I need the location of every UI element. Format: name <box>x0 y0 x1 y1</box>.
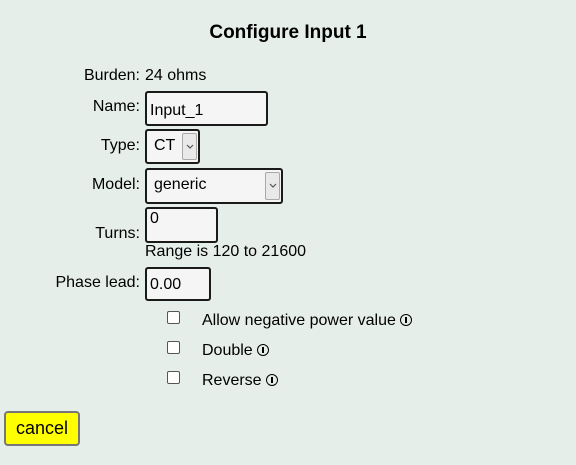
allow-negative-checkbox[interactable] <box>167 311 180 324</box>
turns-range-hint: Range is 120 to 21600 <box>145 243 307 260</box>
chevron-down-icon <box>186 144 194 149</box>
info-icon[interactable] <box>265 373 278 386</box>
info-icon[interactable] <box>399 313 412 326</box>
model-select-value: generic <box>154 176 207 193</box>
name-input[interactable] <box>145 91 268 126</box>
name-label: Name: <box>92 98 140 115</box>
turns-label: Turns: <box>95 225 140 242</box>
model-select[interactable]: generic <box>145 168 283 204</box>
allow-negative-text: Allow negative power value <box>202 312 396 329</box>
model-dropdown-button[interactable] <box>265 172 280 200</box>
burden-label: Burden: <box>83 67 140 84</box>
reverse-label[interactable]: Reverse <box>202 372 278 390</box>
double-text: Double <box>202 342 253 359</box>
reverse-checkbox[interactable] <box>167 371 180 384</box>
chevron-down-icon <box>269 183 277 188</box>
allow-negative-label[interactable]: Allow negative power value <box>202 312 412 330</box>
type-dropdown-button[interactable] <box>182 133 197 160</box>
type-select[interactable]: CT <box>145 129 200 164</box>
model-label: Model: <box>91 176 140 193</box>
turns-input[interactable] <box>145 207 218 243</box>
page-title: Configure Input 1 <box>209 22 367 43</box>
type-select-value: CT <box>154 137 176 154</box>
cancel-button[interactable]: cancel <box>4 411 80 446</box>
burden-value: 24 ohms <box>145 67 207 84</box>
reverse-text: Reverse <box>202 372 262 389</box>
type-label: Type: <box>100 137 140 154</box>
phase-lead-label: Phase lead: <box>55 274 140 291</box>
double-label[interactable]: Double <box>202 342 269 360</box>
info-icon[interactable] <box>256 343 269 356</box>
phase-lead-input[interactable] <box>145 267 211 301</box>
double-checkbox[interactable] <box>167 341 180 354</box>
